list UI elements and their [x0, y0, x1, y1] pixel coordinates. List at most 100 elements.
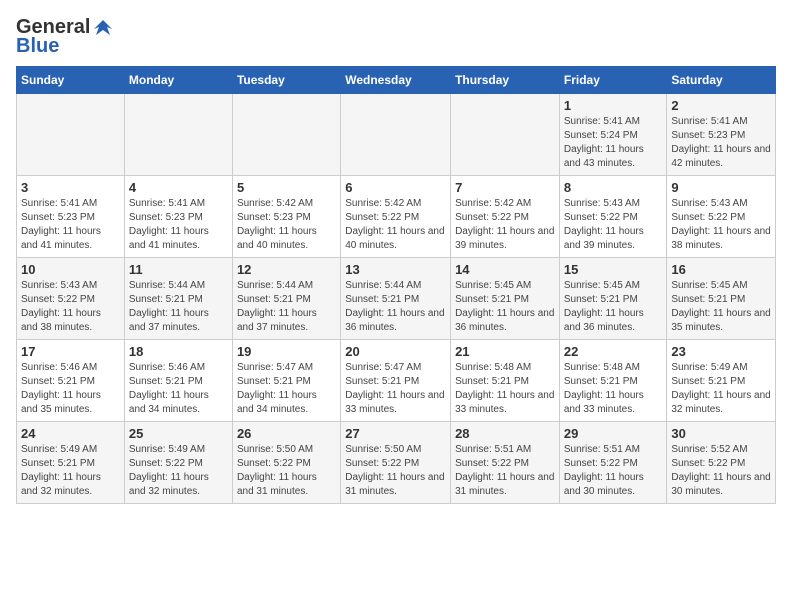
calendar-cell: 30 Sunrise: 5:52 AM Sunset: 5:22 PM Dayli…: [667, 422, 776, 504]
calendar-cell: 20Sunrise: 5:47 AM Sunset: 5:21 PM Dayli…: [341, 340, 451, 422]
day-info: Sunrise: 5:43 AM Sunset: 5:22 PM Dayligh…: [671, 197, 771, 253]
day-number: 16: [671, 262, 771, 277]
day-info: Sunrise: 5:41 AM Sunset: 5:23 PM Dayligh…: [671, 115, 771, 171]
calendar-cell: 11Sunrise: 5:44 AM Sunset: 5:21 PM Dayli…: [124, 258, 232, 340]
header: General Blue: [16, 16, 776, 58]
calendar: SundayMondayTuesdayWednesdayThursdayFrid…: [16, 66, 776, 504]
day-info: Sunrise: 5:45 AM Sunset: 5:21 PM Dayligh…: [455, 279, 555, 335]
day-info: Sunrise: 5:49 AM Sunset: 5:21 PM Dayligh…: [21, 443, 120, 499]
calendar-cell: 27 Sunrise: 5:50 AM Sunset: 5:22 PM Dayli…: [341, 422, 451, 504]
logo-blue-text: Blue: [16, 35, 59, 58]
day-number: 24: [21, 426, 120, 441]
logo: General Blue: [16, 16, 114, 58]
day-info: Sunrise: 5:47 AM Sunset: 5:21 PM Dayligh…: [237, 361, 336, 417]
day-number: 15: [564, 262, 663, 277]
week-row-4: 17 Sunrise: 5:46 AM Sunset: 5:21 PM Dayli…: [17, 340, 776, 422]
calendar-cell: 9 Sunrise: 5:43 AM Sunset: 5:22 PM Daylig…: [667, 176, 776, 258]
day-info: Sunrise: 5:44 AM Sunset: 5:21 PM Dayligh…: [345, 279, 446, 335]
day-number: 17: [21, 344, 120, 359]
day-number: 8: [564, 180, 663, 195]
weekday-header-tuesday: Tuesday: [232, 67, 340, 94]
day-number: 30: [671, 426, 771, 441]
day-info: Sunrise: 5:41 AM Sunset: 5:23 PM Dayligh…: [21, 197, 120, 253]
calendar-cell: 1Sunrise: 5:41 AM Sunset: 5:24 PM Daylig…: [559, 94, 667, 176]
day-info: Sunrise: 5:41 AM Sunset: 5:23 PM Dayligh…: [129, 197, 228, 253]
calendar-cell: [451, 94, 560, 176]
calendar-cell: 28 Sunrise: 5:51 AM Sunset: 5:22 PM Dayli…: [451, 422, 560, 504]
day-info: Sunrise: 5:51 AM Sunset: 5:22 PM Dayligh…: [564, 443, 663, 499]
weekday-header-wednesday: Wednesday: [341, 67, 451, 94]
day-info: Sunrise: 5:45 AM Sunset: 5:21 PM Dayligh…: [671, 279, 771, 335]
day-number: 27: [345, 426, 446, 441]
day-info: Sunrise: 5:45 AM Sunset: 5:21 PM Dayligh…: [564, 279, 663, 335]
calendar-cell: 22 Sunrise: 5:48 AM Sunset: 5:21 PM Dayli…: [559, 340, 667, 422]
calendar-cell: 3 Sunrise: 5:41 AM Sunset: 5:23 PM Daylig…: [17, 176, 125, 258]
week-row-3: 10 Sunrise: 5:43 AM Sunset: 5:22 PM Dayli…: [17, 258, 776, 340]
day-number: 28: [455, 426, 555, 441]
calendar-cell: 4Sunrise: 5:41 AM Sunset: 5:23 PM Daylig…: [124, 176, 232, 258]
day-number: 3: [21, 180, 120, 195]
day-number: 12: [237, 262, 336, 277]
calendar-cell: 7 Sunrise: 5:42 AM Sunset: 5:22 PM Daylig…: [451, 176, 560, 258]
calendar-cell: 17 Sunrise: 5:46 AM Sunset: 5:21 PM Dayli…: [17, 340, 125, 422]
calendar-cell: 23 Sunrise: 5:49 AM Sunset: 5:21 PM Dayli…: [667, 340, 776, 422]
weekday-header-sunday: Sunday: [17, 67, 125, 94]
day-info: Sunrise: 5:42 AM Sunset: 5:22 PM Dayligh…: [345, 197, 446, 253]
calendar-cell: 6 Sunrise: 5:42 AM Sunset: 5:22 PM Daylig…: [341, 176, 451, 258]
calendar-cell: 21 Sunrise: 5:48 AM Sunset: 5:21 PM Dayli…: [451, 340, 560, 422]
day-info: Sunrise: 5:50 AM Sunset: 5:22 PM Dayligh…: [237, 443, 336, 499]
day-info: Sunrise: 5:44 AM Sunset: 5:21 PM Dayligh…: [129, 279, 228, 335]
day-number: 18: [129, 344, 228, 359]
calendar-cell: [232, 94, 340, 176]
calendar-cell: 18 Sunrise: 5:46 AM Sunset: 5:21 PM Dayli…: [124, 340, 232, 422]
day-number: 19: [237, 344, 336, 359]
day-info: Sunrise: 5:52 AM Sunset: 5:22 PM Dayligh…: [671, 443, 771, 499]
calendar-cell: 19 Sunrise: 5:47 AM Sunset: 5:21 PM Dayli…: [232, 340, 340, 422]
calendar-cell: [17, 94, 125, 176]
logo-bird-icon: [92, 17, 114, 39]
day-number: 2: [671, 98, 771, 113]
calendar-cell: 15 Sunrise: 5:45 AM Sunset: 5:21 PM Dayli…: [559, 258, 667, 340]
day-number: 23: [671, 344, 771, 359]
calendar-cell: 10 Sunrise: 5:43 AM Sunset: 5:22 PM Dayli…: [17, 258, 125, 340]
day-number: 13: [345, 262, 446, 277]
day-info: Sunrise: 5:46 AM Sunset: 5:21 PM Dayligh…: [129, 361, 228, 417]
calendar-cell: 14 Sunrise: 5:45 AM Sunset: 5:21 PM Dayli…: [451, 258, 560, 340]
calendar-cell: 26 Sunrise: 5:50 AM Sunset: 5:22 PM Dayli…: [232, 422, 340, 504]
calendar-cell: [341, 94, 451, 176]
day-info: Sunrise: 5:46 AM Sunset: 5:21 PM Dayligh…: [21, 361, 120, 417]
weekday-header-friday: Friday: [559, 67, 667, 94]
day-info: Sunrise: 5:50 AM Sunset: 5:22 PM Dayligh…: [345, 443, 446, 499]
day-info: Sunrise: 5:48 AM Sunset: 5:21 PM Dayligh…: [564, 361, 663, 417]
weekday-header-thursday: Thursday: [451, 67, 560, 94]
day-number: 26: [237, 426, 336, 441]
day-info: Sunrise: 5:44 AM Sunset: 5:21 PM Dayligh…: [237, 279, 336, 335]
weekday-header-monday: Monday: [124, 67, 232, 94]
day-info: Sunrise: 5:49 AM Sunset: 5:22 PM Dayligh…: [129, 443, 228, 499]
day-number: 1: [564, 98, 663, 113]
day-number: 10: [21, 262, 120, 277]
calendar-cell: 25 Sunrise: 5:49 AM Sunset: 5:22 PM Dayli…: [124, 422, 232, 504]
day-info: Sunrise: 5:51 AM Sunset: 5:22 PM Dayligh…: [455, 443, 555, 499]
day-info: Sunrise: 5:47 AM Sunset: 5:21 PM Dayligh…: [345, 361, 446, 417]
calendar-cell: [124, 94, 232, 176]
day-info: Sunrise: 5:43 AM Sunset: 5:22 PM Dayligh…: [564, 197, 663, 253]
day-info: Sunrise: 5:42 AM Sunset: 5:22 PM Dayligh…: [455, 197, 555, 253]
day-info: Sunrise: 5:42 AM Sunset: 5:23 PM Dayligh…: [237, 197, 336, 253]
day-number: 6: [345, 180, 446, 195]
calendar-cell: 12 Sunrise: 5:44 AM Sunset: 5:21 PM Dayli…: [232, 258, 340, 340]
day-info: Sunrise: 5:48 AM Sunset: 5:21 PM Dayligh…: [455, 361, 555, 417]
weekday-header-saturday: Saturday: [667, 67, 776, 94]
day-number: 5: [237, 180, 336, 195]
day-number: 9: [671, 180, 771, 195]
day-number: 22: [564, 344, 663, 359]
day-number: 7: [455, 180, 555, 195]
week-row-5: 24 Sunrise: 5:49 AM Sunset: 5:21 PM Dayli…: [17, 422, 776, 504]
day-info: Sunrise: 5:43 AM Sunset: 5:22 PM Dayligh…: [21, 279, 120, 335]
day-info: Sunrise: 5:49 AM Sunset: 5:21 PM Dayligh…: [671, 361, 771, 417]
week-row-1: 1Sunrise: 5:41 AM Sunset: 5:24 PM Daylig…: [17, 94, 776, 176]
day-number: 25: [129, 426, 228, 441]
day-number: 21: [455, 344, 555, 359]
calendar-cell: 2 Sunrise: 5:41 AM Sunset: 5:23 PM Daylig…: [667, 94, 776, 176]
day-number: 14: [455, 262, 555, 277]
